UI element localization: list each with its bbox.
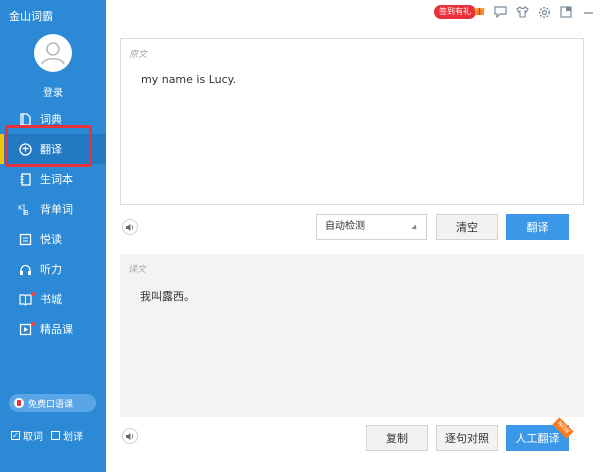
- headphones-icon: [18, 262, 32, 276]
- book-icon: [18, 112, 32, 126]
- minimize-to-tray-icon[interactable]: [559, 5, 573, 19]
- settings-icon[interactable]: [537, 5, 551, 19]
- checkbox-checked-icon: ✓: [11, 430, 20, 440]
- avatar[interactable]: [34, 34, 72, 72]
- bookstore-icon: [18, 292, 32, 306]
- login-link[interactable]: 登录: [0, 84, 106, 99]
- sidebar-item-vocabulary[interactable]: 生词本: [0, 164, 106, 194]
- highlight-annotation: [5, 125, 92, 167]
- sidebar-item-bookstore[interactable]: 书城: [0, 284, 106, 314]
- language-select-value: 自动检测: [325, 221, 365, 232]
- copy-button[interactable]: 复制: [366, 425, 428, 451]
- dropdown-arrow-icon: [411, 224, 419, 232]
- target-speaker-button[interactable]: [122, 428, 138, 444]
- sidebar-item-label: 背单词: [40, 203, 73, 216]
- notification-dot: [31, 322, 35, 326]
- gift-icon[interactable]: [474, 5, 485, 16]
- title-bar: 签到有礼: [106, 0, 600, 26]
- sidebar: 金山词霸 登录 词典 翻译 生词本 KB 背单词 悦读 听力 书城 精品课 免费…: [0, 0, 106, 472]
- signin-reward-badge[interactable]: 签到有礼: [434, 5, 476, 19]
- sidebar-item-reading[interactable]: 悦读: [0, 224, 106, 254]
- checkbox-unchecked-icon: [51, 431, 60, 440]
- video-course-icon: [18, 322, 32, 336]
- checkbox-label: 取词: [23, 432, 43, 443]
- word-capture-options: ✓ 取词 划译: [11, 428, 83, 443]
- svg-text:B: B: [24, 209, 29, 216]
- selection-translate-checkbox[interactable]: 划译: [51, 428, 83, 443]
- sidebar-item-listening[interactable]: 听力: [0, 254, 106, 284]
- notification-dot: [31, 292, 35, 296]
- checkbox-label: 划译: [63, 432, 83, 443]
- minimize-icon[interactable]: [581, 5, 595, 19]
- sidebar-item-label: 生词本: [40, 173, 73, 186]
- translation-text: 我叫露西。: [140, 290, 195, 303]
- speaker-icon: [126, 432, 134, 440]
- translate-button[interactable]: 翻译: [506, 214, 569, 240]
- language-select[interactable]: 自动检测: [316, 214, 427, 240]
- speaker-icon: [126, 223, 134, 231]
- sidebar-item-label: 精品课: [40, 323, 73, 336]
- sentence-compare-button[interactable]: 逐句对照: [436, 425, 498, 451]
- free-speaking-course-button[interactable]: 免费口语课: [9, 394, 96, 412]
- source-label: 原文: [129, 50, 148, 60]
- course-icon: [14, 398, 24, 408]
- sidebar-item-memorize[interactable]: KB 背单词: [0, 194, 106, 224]
- user-avatar-icon: [41, 42, 65, 65]
- sidebar-item-courses[interactable]: 精品课: [0, 314, 106, 344]
- promo-label: 免费口语课: [28, 399, 74, 410]
- skin-icon[interactable]: [515, 5, 529, 19]
- chat-icon[interactable]: [493, 5, 507, 19]
- reading-icon: [18, 232, 32, 246]
- source-speaker-button[interactable]: [122, 219, 138, 235]
- sidebar-item-label: 听力: [40, 263, 62, 276]
- clear-button[interactable]: 清空: [436, 214, 498, 240]
- word-capture-checkbox[interactable]: ✓ 取词: [11, 428, 43, 443]
- flashcard-icon: KB: [18, 202, 32, 216]
- notebook-icon: [18, 172, 32, 186]
- svg-text:K: K: [18, 204, 23, 212]
- sidebar-item-label: 书城: [40, 293, 62, 306]
- source-text-area[interactable]: 原文 my name is Lucy.: [120, 38, 584, 205]
- translation-result-area: 译文 我叫露西。: [120, 254, 584, 417]
- target-label: 译文: [128, 265, 147, 275]
- app-title: 金山词霸: [9, 10, 53, 23]
- sidebar-item-label: 悦读: [40, 233, 62, 246]
- source-text: my name is Lucy.: [141, 73, 237, 86]
